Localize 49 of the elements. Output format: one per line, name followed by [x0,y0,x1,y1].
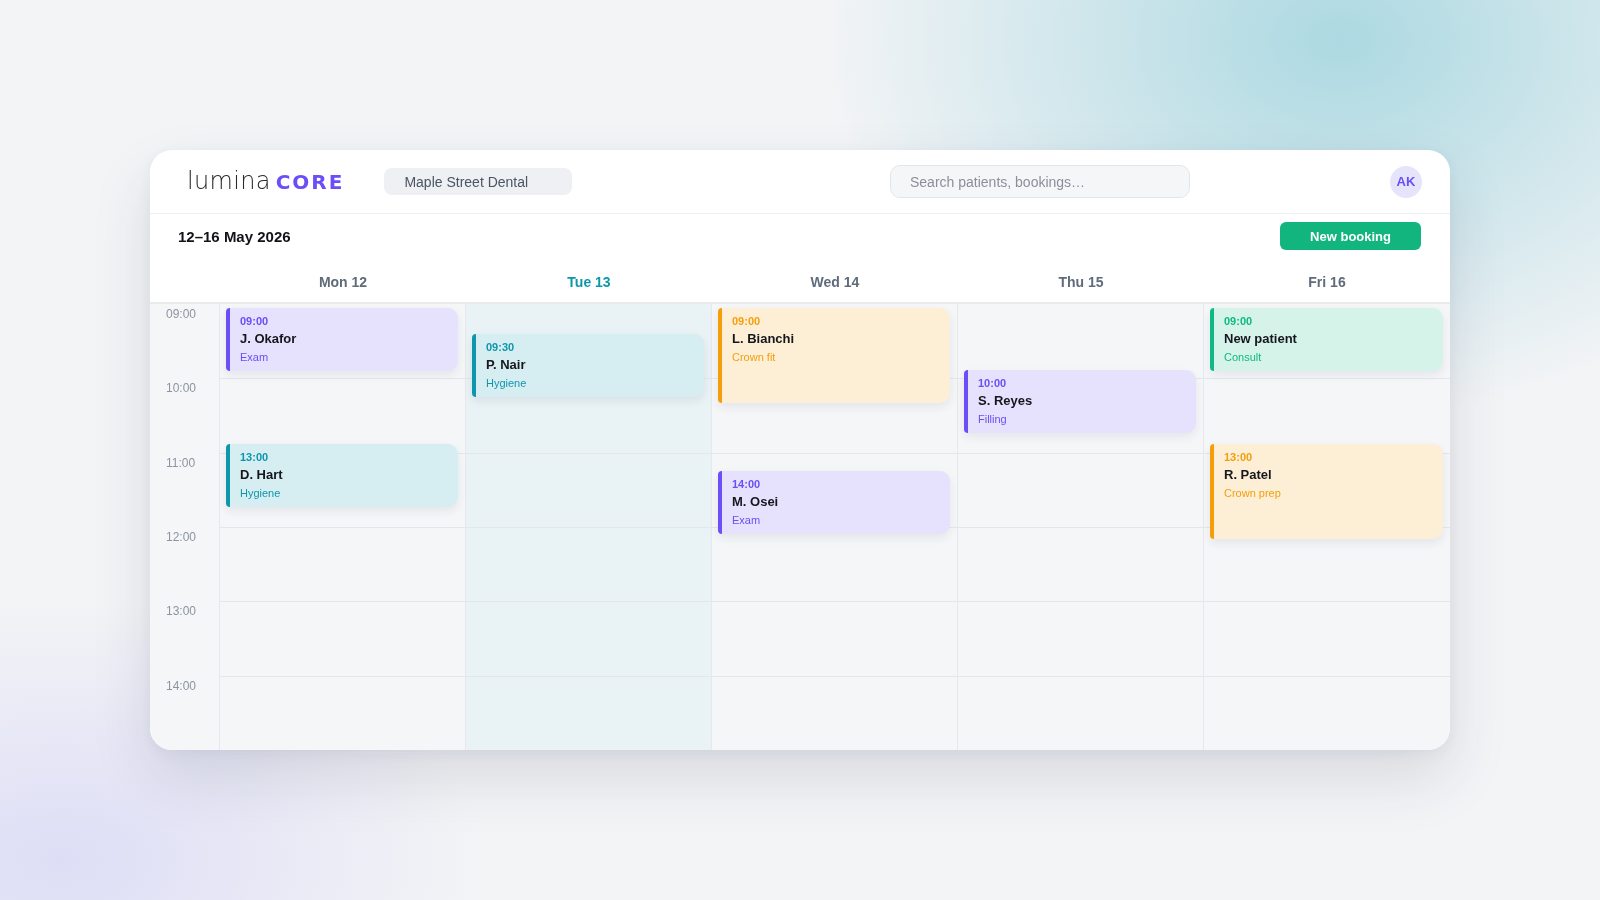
patient-name: D. Hart [240,466,284,483]
practice-selector[interactable]: Maple Street Dental [384,168,573,195]
appointment-time: 09:00 [240,315,270,328]
appointment-time: 09:30 [486,341,516,354]
day-header: Thu 15 [1057,274,1105,292]
treatment-type: Hygiene [240,487,282,500]
treatment-type: Filling [978,413,1008,426]
search-field[interactable]: Search patients, bookings… [890,165,1190,198]
patient-name: L. Bianchi [732,330,796,347]
appointment-time: 09:00 [732,315,762,328]
treatment-type: Crown fit [732,351,777,364]
treatment-type: Exam [240,351,270,364]
treatment-type: Hygiene [486,377,528,390]
patient-name: J. Okafor [240,330,298,347]
time-label: 12:00 [165,529,197,544]
logo-text: CORE [275,169,345,196]
day-header: Wed 14 [809,274,861,292]
time-label: 11:00 [165,454,196,470]
user-avatar[interactable]: AK [1390,165,1422,198]
appointment-time: 10:00 [978,377,1008,390]
appointment-card[interactable]: 09:00 L. Bianchi Crown fit [718,308,950,403]
appointment-card[interactable]: 09:00 J. Okafor Exam [226,308,458,371]
date-range-title: 12–16 May 2026 [178,227,291,245]
time-label: 09:00 [165,306,197,321]
patient-name: M. Osei [732,493,780,510]
appointment-card[interactable]: 10:00 S. Reyes Filling [964,370,1196,433]
appointment-card[interactable]: 09:00 New patient Consult [1210,308,1443,371]
patient-name: P. Nair [486,356,527,373]
time-label: 14:00 [165,677,197,693]
appointment-card[interactable]: 14:00 M. Osei Exam [718,471,950,534]
patient-name: R. Patel [1224,466,1273,483]
appointment-card[interactable]: 13:00 R. Patel Crown prep [1210,444,1443,539]
patient-name: S. Reyes [978,392,1034,409]
day-header: Mon 12 [317,274,369,292]
appointment-time: 13:00 [240,451,270,464]
appointment-card[interactable]: 13:00 D. Hart Hygiene [226,444,458,507]
appointment-time: 14:00 [732,478,762,491]
day-header: Fri 16 [1307,274,1347,292]
time-label: 13:00 [165,603,197,619]
treatment-type: Exam [732,514,762,527]
appointment-card[interactable]: 09:30 P. Nair Hygiene [472,334,704,397]
time-label: 10:00 [165,380,197,396]
patient-name: New patient [1224,330,1298,347]
day-header: Tue 13 [566,274,612,292]
appointment-time: 09:00 [1224,315,1254,328]
treatment-type: Consult [1224,351,1263,364]
treatment-type: Crown prep [1224,487,1282,500]
appointment-time: 13:00 [1224,451,1254,464]
logo-text: lumina [187,167,271,195]
